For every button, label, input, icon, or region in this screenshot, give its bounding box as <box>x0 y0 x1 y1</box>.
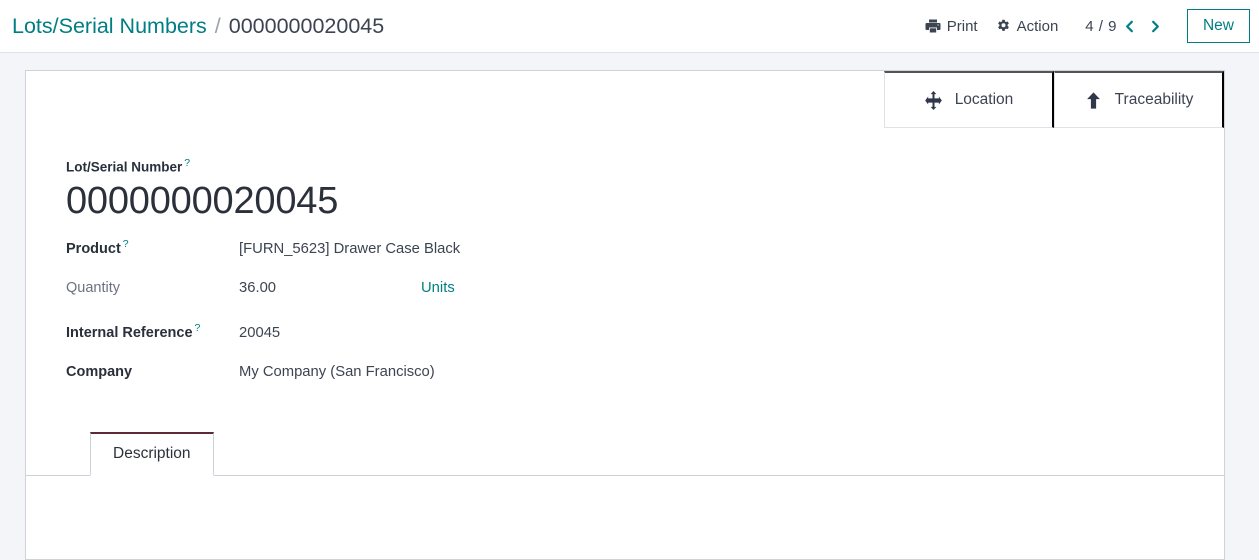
record-pager: 4 / 9 <box>1085 12 1169 40</box>
form-area: Lot/Serial Number? 0000000020045 Product… <box>26 128 1224 548</box>
lot-serial-number-value[interactable]: 0000000020045 <box>66 179 1224 224</box>
print-button-label: Print <box>946 17 978 35</box>
quantity-value: 36.00 <box>239 279 277 296</box>
gear-icon <box>996 19 1011 34</box>
print-button[interactable]: Print <box>916 13 987 40</box>
action-button[interactable]: Action <box>987 13 1068 40</box>
internal-reference-tooltip-icon[interactable]: ? <box>195 322 201 334</box>
control-panel-actions: Print Action 4 / 9 New <box>916 0 1250 52</box>
quantity-label: Quantity <box>66 279 120 296</box>
field-row-company: Company My Company (San Francisco) <box>66 364 1224 406</box>
notebook: Description <box>26 431 1224 548</box>
product-value[interactable]: [FURN_5623] Drawer Case Black <box>239 241 460 257</box>
lot-serial-number-label-text: Lot/Serial Number <box>66 159 183 175</box>
breadcrumb-current-record: 0000000020045 <box>228 13 385 38</box>
form-sheet: Location Traceability Lot/Serial Number?… <box>25 70 1225 560</box>
sheet-inner: Lot/Serial Number? 0000000020045 Product… <box>26 71 1224 559</box>
lot-serial-number-tooltip-icon[interactable]: ? <box>184 157 190 169</box>
company-label: Company <box>66 363 133 380</box>
printer-icon <box>925 18 941 34</box>
arrows-move-icon <box>924 90 943 110</box>
product-label-text: Product <box>66 240 121 257</box>
tab-description[interactable]: Description <box>90 431 214 476</box>
smart-button-traceability[interactable]: Traceability <box>1054 71 1224 128</box>
control-panel: Lots/Serial Numbers / 0000000020045 Prin… <box>0 0 1259 53</box>
breadcrumb-separator: / <box>214 13 221 38</box>
quantity-uom-link[interactable]: Units <box>421 280 455 296</box>
field-row-product: Product? [FURN_5623] Drawer Case Black <box>66 238 1224 280</box>
notebook-page-description[interactable] <box>66 475 1224 548</box>
pager-previous-button[interactable] <box>1117 12 1143 40</box>
internal-reference-label: Internal Reference? <box>66 322 239 341</box>
smart-button-location[interactable]: Location <box>884 71 1054 128</box>
action-button-label: Action <box>1016 17 1059 35</box>
lot-serial-number-label: Lot/Serial Number? <box>66 158 1224 174</box>
field-row-internal-reference: Internal Reference? 20045 <box>66 322 1224 364</box>
new-button[interactable]: New <box>1186 8 1250 44</box>
pager-value[interactable]: 4 / 9 <box>1085 18 1117 35</box>
internal-reference-value[interactable]: 20045 <box>239 325 280 341</box>
breadcrumb: Lots/Serial Numbers / 0000000020045 <box>12 14 384 39</box>
pager-next-button[interactable] <box>1143 12 1169 40</box>
company-value[interactable]: My Company (San Francisco) <box>239 364 435 380</box>
page-body: Location Traceability Lot/Serial Number?… <box>0 53 1259 560</box>
smart-button-location-label: Location <box>954 91 1014 108</box>
product-label: Product? <box>66 238 239 257</box>
smart-button-traceability-label: Traceability <box>1114 91 1194 108</box>
breadcrumb-parent-link[interactable]: Lots/Serial Numbers <box>12 14 207 39</box>
notebook-tab-list: Description <box>26 431 1224 476</box>
arrow-up-icon <box>1084 91 1103 110</box>
smart-button-box: Location Traceability <box>884 71 1224 128</box>
field-row-quantity: Quantity 36.00 Units <box>66 280 1224 322</box>
product-tooltip-icon[interactable]: ? <box>123 238 129 250</box>
internal-reference-label-text: Internal Reference <box>66 324 193 341</box>
